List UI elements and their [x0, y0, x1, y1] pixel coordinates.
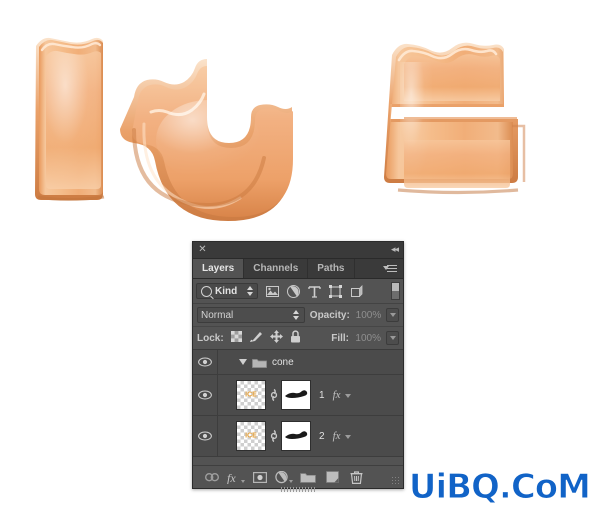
eye-icon	[198, 390, 212, 400]
ice-lettering-artwork	[0, 0, 600, 235]
lock-icon-group	[230, 330, 301, 346]
layer-thumbnail-text: ICE	[245, 391, 257, 399]
mask-shape	[285, 431, 308, 439]
visibility-toggle-group[interactable]	[193, 350, 218, 374]
layer-fx-icon[interactable]: fx	[333, 389, 341, 401]
layer-thumbnail-text: ICE	[245, 432, 257, 440]
tab-layers[interactable]: Layers	[193, 259, 245, 278]
panel-drag-notch[interactable]	[281, 487, 315, 492]
letter-c-glyph	[120, 59, 293, 221]
mask-link-icon[interactable]	[269, 427, 278, 445]
new-adjustment-layer-icon[interactable]	[272, 467, 296, 487]
adjustment-layer-filter-icon[interactable]	[283, 282, 304, 300]
eye-icon	[198, 431, 212, 441]
layer-thumbnail[interactable]: ICE	[236, 421, 266, 451]
chevron-updown-icon	[292, 309, 300, 321]
smart-object-filter-icon[interactable]	[346, 282, 367, 300]
blend-mode-row: Normal Opacity: 100%	[193, 304, 403, 327]
fx-expand-caret-icon[interactable]	[344, 435, 351, 439]
new-layer-icon[interactable]	[320, 467, 344, 487]
layer-row[interactable]: cone	[193, 350, 403, 375]
letter-e-glyph	[384, 42, 526, 195]
lock-row: Lock: Fill: 100%	[193, 327, 403, 350]
fill-slider-caret[interactable]	[386, 331, 399, 345]
eye-icon	[198, 357, 212, 367]
fill-label: Fill:	[331, 332, 349, 344]
panel-tabstrip: Layers Channels Paths	[193, 259, 403, 279]
collapse-panel-icon[interactable]: ◂◂	[391, 245, 399, 254]
opacity-label: Opacity:	[309, 309, 350, 321]
layer-thumbnail[interactable]: ICE	[236, 380, 266, 410]
panel-menu-icon[interactable]	[383, 263, 399, 274]
layer-row[interactable]: ICE 2 fx	[193, 416, 403, 457]
lock-image-pixels-icon[interactable]	[249, 331, 263, 346]
fx-expand-caret-icon[interactable]	[344, 394, 351, 398]
delete-layer-icon[interactable]	[344, 467, 368, 487]
layer-name[interactable]: 2	[319, 431, 325, 442]
layer-thumbnail-cell[interactable]: ICE	[218, 421, 311, 451]
site-watermark: UiBQ.CoM	[408, 467, 591, 508]
layer-name[interactable]: 1	[319, 390, 325, 401]
layer-style-fx-icon[interactable]: fx	[224, 467, 248, 487]
chevron-down-icon[interactable]	[239, 359, 247, 365]
close-icon[interactable]: ✕	[197, 244, 208, 255]
link-layers-icon[interactable]	[200, 467, 224, 487]
layer-filter-row: Kind	[193, 279, 403, 304]
layer-row[interactable]: ICE 1 fx	[193, 375, 403, 416]
opacity-slider-caret[interactable]	[386, 308, 399, 322]
tab-channels[interactable]: Channels	[244, 259, 309, 278]
group-name[interactable]: cone	[272, 357, 294, 368]
letter-i-glyph	[35, 37, 105, 201]
resize-grip[interactable]	[391, 476, 400, 485]
visibility-toggle-layer-1[interactable]	[193, 375, 218, 415]
chevron-updown-icon	[246, 285, 254, 297]
mask-link-icon[interactable]	[269, 386, 278, 404]
group-cell[interactable]: cone	[218, 357, 294, 368]
visibility-toggle-layer-2[interactable]	[193, 416, 218, 456]
layer-list: cone ICE 1 fx ICE 2 fx	[193, 350, 403, 457]
tab-paths[interactable]: Paths	[308, 259, 355, 278]
shape-layer-filter-icon[interactable]	[325, 282, 346, 300]
lock-transparent-pixels-icon[interactable]	[230, 331, 242, 345]
layer-mask-thumbnail[interactable]	[281, 380, 311, 410]
panel-titlebar: ✕ ◂◂	[193, 242, 403, 259]
blend-mode-value: Normal	[201, 309, 234, 321]
layer-thumbnail-cell[interactable]: ICE	[218, 380, 311, 410]
mask-shape	[285, 390, 308, 398]
folder-icon	[252, 358, 267, 368]
layer-fx-icon[interactable]: fx	[333, 430, 341, 442]
type-layer-filter-icon[interactable]	[304, 282, 325, 300]
opacity-value[interactable]: 100%	[355, 310, 382, 321]
new-group-icon[interactable]	[296, 467, 320, 487]
lock-label: Lock:	[197, 332, 224, 344]
svg-text:fx: fx	[227, 471, 236, 484]
layer-mask-thumbnail[interactable]	[281, 421, 311, 451]
lock-position-icon[interactable]	[269, 330, 283, 346]
add-layer-mask-icon[interactable]	[248, 467, 272, 487]
layers-panel: ✕ ◂◂ Layers Channels Paths Kind Normal O…	[192, 241, 404, 492]
filter-kind-select[interactable]: Kind	[196, 283, 258, 299]
filter-type-icons	[262, 282, 389, 300]
blend-mode-select[interactable]: Normal	[197, 307, 305, 323]
fill-value[interactable]: 100%	[354, 333, 381, 344]
pixel-layer-filter-icon[interactable]	[262, 282, 283, 300]
layers-panel-toolbar: fx	[193, 465, 403, 488]
lock-all-icon[interactable]	[290, 330, 301, 346]
filter-kind-label: Kind	[215, 285, 238, 297]
filter-enable-toggle[interactable]	[391, 282, 400, 300]
search-icon	[201, 285, 212, 297]
